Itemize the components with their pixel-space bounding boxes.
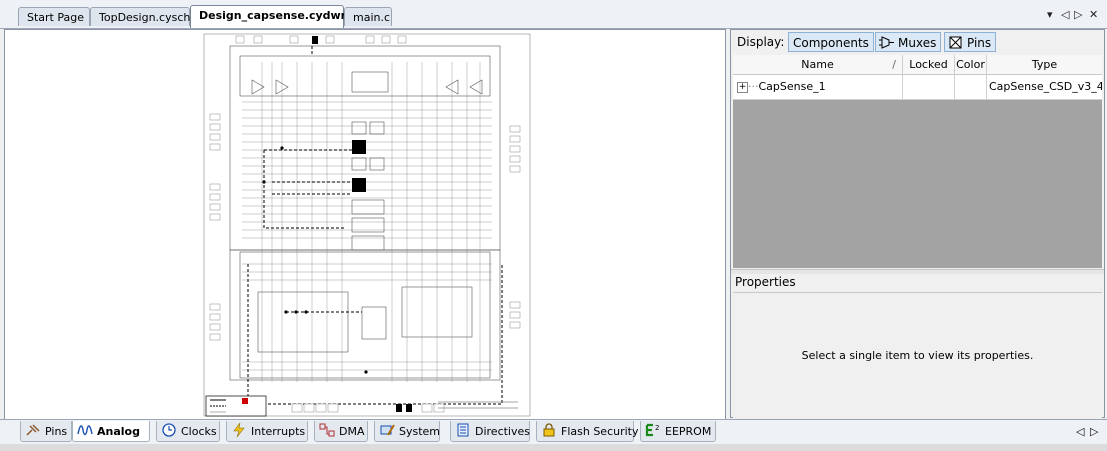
component-name: CapSense_1	[758, 80, 826, 93]
components-pane: Display: Components Muxes Pins Name / Lo…	[730, 29, 1105, 418]
column-header-name-label: Name	[801, 58, 834, 71]
locked-cell[interactable]	[903, 75, 955, 99]
column-header-color-label: Color	[956, 58, 985, 71]
component-name-cell[interactable]: + ···CapSense_1	[733, 75, 903, 99]
pin-icon	[26, 424, 40, 436]
directives-icon	[457, 423, 469, 437]
clock-icon	[162, 423, 176, 437]
pins-button-label: Pins	[967, 36, 992, 50]
tab-dma[interactable]: DMA	[314, 421, 368, 442]
muxes-button-label: Muxes	[898, 36, 937, 50]
sort-marker: /	[892, 58, 896, 71]
tab-clocks[interactable]: Clocks	[156, 421, 220, 442]
bottom-scroll-right-icon[interactable]: ▷	[1090, 425, 1098, 438]
grid-empty-area	[733, 100, 1102, 268]
tab-pins-label: Pins	[45, 425, 68, 438]
grid-header: Name / Locked Color Type	[733, 55, 1102, 75]
pane-splitter[interactable]	[731, 269, 1104, 274]
tab-system[interactable]: System	[374, 421, 440, 442]
tab-analog-label: Analog	[97, 425, 140, 438]
tab-main-c[interactable]: main.c	[344, 7, 392, 26]
tab-eeprom[interactable]: 2 EEPROM	[640, 421, 716, 442]
pins-button[interactable]: Pins	[944, 32, 997, 52]
column-header-color[interactable]: Color	[955, 55, 987, 74]
display-toolbar: Display: Components Muxes Pins	[731, 30, 1104, 55]
status-bar	[0, 444, 1107, 451]
component-type-cell: CapSense_CSD_v3_40	[989, 80, 1102, 93]
column-header-locked-label: Locked	[909, 58, 948, 71]
muxes-button[interactable]: Muxes	[875, 32, 942, 52]
tab-flash-security-label: Flash Security	[561, 425, 639, 438]
resource-tab-strip: Pins Analog Clocks Interrupts DMA System…	[0, 419, 1107, 444]
components-button[interactable]: Components	[788, 32, 874, 52]
analog-device-diagram[interactable]	[202, 32, 532, 418]
display-label: Display:	[737, 35, 785, 49]
column-header-type[interactable]: Type	[987, 55, 1102, 74]
tab-system-label: System	[399, 425, 441, 438]
dma-icon	[319, 423, 335, 437]
system-icon	[380, 424, 395, 436]
color-cell[interactable]	[955, 75, 987, 99]
tab-list-dropdown-icon[interactable]: ▾	[1047, 8, 1053, 21]
expand-tree-icon[interactable]: +	[737, 82, 748, 93]
tab-scroll-right-icon[interactable]: ▷	[1074, 8, 1082, 21]
column-header-locked[interactable]: Locked	[903, 55, 955, 74]
tab-dma-label: DMA	[339, 425, 365, 438]
analog-routing-canvas[interactable]	[4, 29, 726, 420]
column-header-name[interactable]: Name /	[733, 55, 903, 74]
tab-scroll-left-icon[interactable]: ◁	[1061, 8, 1069, 21]
tab-eeprom-label: EEPROM	[665, 425, 712, 438]
analog-wave-icon	[77, 425, 93, 436]
tab-directives[interactable]: Directives	[450, 421, 530, 442]
column-header-type-label: Type	[1031, 58, 1058, 71]
document-tab-strip: Start Page TopDesign.cysch Design_capsen…	[0, 0, 1107, 29]
properties-panel: Select a single item to view its propert…	[733, 292, 1102, 418]
lightning-icon	[233, 423, 245, 437]
svg-text:2: 2	[655, 424, 659, 432]
mux-icon	[879, 36, 894, 49]
tab-design-cydwr[interactable]: Design_capsense.cydwr	[190, 5, 346, 28]
tab-directives-label: Directives	[475, 425, 530, 438]
tab-flash-security[interactable]: Flash Security	[536, 421, 639, 442]
tab-interrupts[interactable]: Interrupts	[226, 421, 308, 442]
properties-message: Select a single item to view its propert…	[801, 349, 1034, 362]
tab-topdesign[interactable]: TopDesign.cysch	[90, 7, 190, 26]
tab-analog[interactable]: Analog	[72, 421, 150, 442]
close-tab-icon[interactable]: ✕	[1089, 8, 1098, 21]
table-row[interactable]: + ···CapSense_1 CapSense_CSD_v3_40	[733, 75, 1102, 100]
tab-pins[interactable]: Pins	[20, 421, 72, 442]
properties-title: Properties	[735, 275, 796, 289]
eeprom-icon: 2	[645, 423, 659, 437]
bottom-scroll-left-icon[interactable]: ◁	[1076, 425, 1084, 438]
tab-start-page[interactable]: Start Page	[18, 7, 90, 26]
lock-icon	[543, 423, 555, 437]
pin-box-icon	[949, 36, 962, 49]
tab-interrupts-label: Interrupts	[251, 425, 306, 438]
tab-clocks-label: Clocks	[181, 425, 217, 438]
